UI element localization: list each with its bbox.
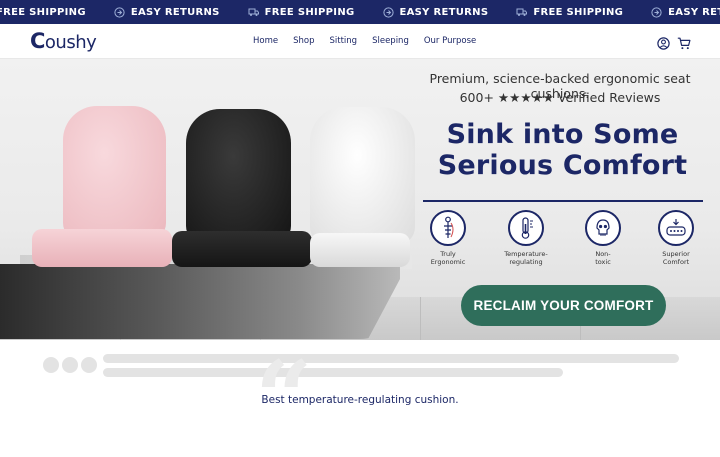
cart-icon[interactable]	[677, 35, 691, 54]
announcement-item: EASY RETURNS	[114, 7, 220, 18]
white-seat-cushion	[310, 233, 410, 267]
feature-ergonomic: Truly Ergonomic	[418, 210, 478, 266]
announcement-label: EASY RETURNS	[668, 6, 720, 18]
pink-seat-cushion	[32, 229, 172, 267]
returns-icon	[651, 6, 668, 18]
nav-home[interactable]: Home	[253, 36, 278, 46]
thermometer-icon	[508, 210, 544, 246]
hero-banner: Premium, science-backed ergonomic seat c…	[0, 59, 720, 340]
logo-wordmark: oushy	[44, 32, 97, 53]
truck-icon	[516, 7, 533, 17]
pink-back-cushion	[63, 106, 166, 241]
avatar-placeholder	[43, 357, 59, 373]
feature-comfort: Superior Comfort	[646, 210, 706, 266]
hero-reviews: 600+ ★★★★★ Verified Reviews	[459, 90, 661, 105]
black-seat-cushion	[172, 231, 312, 267]
returns-icon	[114, 6, 131, 18]
announcement-track: FREE SHIPPING EASY RETURNS FREE SHIPPING EA…	[0, 0, 720, 24]
announcement-label: EASY RETURNS	[130, 6, 220, 18]
announcement-bar: FREE SHIPPING EASY RETURNS FREE SHIPPING EA…	[0, 0, 720, 24]
announcement-item: EASY RETURNS	[382, 6, 489, 18]
announcement-item: FREE SHIPPING	[516, 7, 623, 18]
logo[interactable]: Coushy	[30, 29, 97, 53]
avatar-placeholder	[62, 357, 78, 373]
foam-icon	[658, 210, 694, 246]
nav-our-purpose[interactable]: Our Purpose	[424, 36, 476, 46]
nav-shop[interactable]: Shop	[293, 36, 314, 46]
announcement-item: EASY RETURNS	[651, 7, 720, 18]
announcement-label: FREE SHIPPING	[0, 6, 86, 18]
reviewer-avatars-placeholder	[43, 357, 100, 373]
feature-label: Comfort	[662, 258, 690, 266]
loading-skeleton-line	[103, 354, 679, 363]
logo-mark: C	[30, 29, 45, 53]
floor-seam	[420, 297, 421, 340]
hero-headline: Sink into Some Serious Comfort	[420, 119, 705, 181]
bench	[0, 264, 400, 339]
white-back-cushion	[310, 107, 415, 245]
skull-icon	[585, 210, 621, 246]
spine-icon	[430, 210, 466, 246]
announcement-label: FREE SHIPPING	[264, 6, 355, 18]
returns-icon	[382, 6, 400, 18]
avatar-placeholder	[81, 357, 97, 373]
nav-sleeping[interactable]: Sleeping	[372, 36, 409, 46]
main-nav: Home Shop Sitting Sleeping Our Purpose	[253, 36, 491, 46]
announcement-item: FREE SHIPPING	[248, 7, 355, 18]
feature-label: Ergonomic	[430, 258, 466, 266]
feature-label: regulating	[509, 258, 543, 266]
black-back-cushion	[186, 109, 291, 244]
feature-label: toxic	[595, 258, 611, 266]
feature-label: Superior	[662, 250, 690, 258]
feature-non-toxic: Non-toxic	[573, 210, 633, 266]
site-header: Coushy Home Shop Sitting Sleeping Our Pu…	[0, 24, 720, 59]
headline-line-2: Serious Comfort	[437, 150, 688, 181]
nav-sitting[interactable]: Sitting	[330, 36, 358, 46]
feature-label: Temperature-	[504, 250, 548, 258]
truck-icon	[248, 7, 265, 17]
loading-skeleton-line	[103, 368, 563, 377]
headline-line-1: Sink into Some	[446, 119, 679, 150]
announcement-label: FREE SHIPPING	[533, 6, 624, 18]
account-icon[interactable]	[657, 35, 670, 54]
reclaim-comfort-button[interactable]: RECLAIM YOUR COMFORT	[461, 285, 666, 326]
feature-label: Non-	[595, 250, 611, 258]
announcement-label: EASY RETURNS	[399, 6, 489, 18]
feature-label: Truly	[440, 250, 456, 258]
testimonial-text: Best temperature-regulating cushion.	[261, 394, 459, 406]
feature-temperature: Temperature-regulating	[496, 210, 556, 266]
announcement-item: FREE SHIPPING	[0, 7, 86, 18]
hero-divider	[423, 200, 703, 202]
